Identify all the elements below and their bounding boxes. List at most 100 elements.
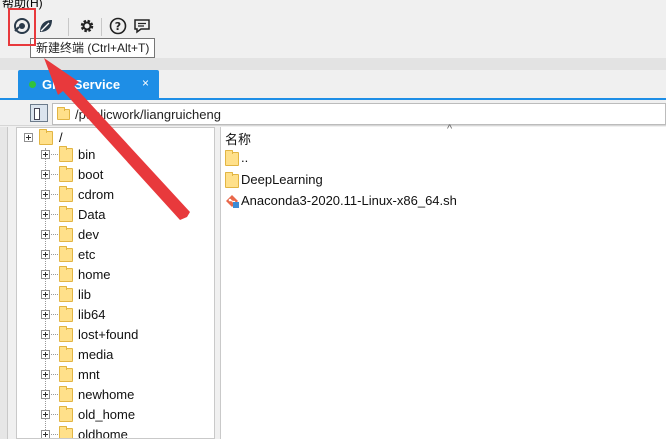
- tree-item[interactable]: lost+found: [17, 325, 214, 345]
- tree-item[interactable]: boot: [17, 165, 214, 185]
- tree-item-label: media: [78, 347, 114, 362]
- tree-item-label: lib64: [78, 307, 106, 322]
- close-icon[interactable]: ×: [142, 76, 149, 90]
- tree-connector: [51, 214, 58, 215]
- folder-icon: [225, 172, 239, 188]
- tree-connector: [51, 234, 58, 235]
- folder-icon: [59, 426, 73, 438]
- folder-icon: [59, 246, 73, 262]
- expand-icon[interactable]: [24, 133, 33, 142]
- file-name: ..: [241, 150, 249, 165]
- expand-icon[interactable]: [41, 250, 50, 259]
- tree-connector: [51, 274, 58, 275]
- file-row[interactable]: Anaconda3-2020.11-Linux-x86_64.sh: [225, 191, 655, 211]
- tree-connector: [51, 174, 58, 175]
- menu-help[interactable]: 帮助(H): [0, 0, 666, 10]
- column-header-label: 名称: [225, 132, 252, 147]
- tree-connector: [51, 194, 58, 195]
- tree-connector: [51, 374, 58, 375]
- file-list: 名称 ^ .. DeepLearning Anaconda3-2020.11-L…: [220, 123, 666, 439]
- file-row[interactable]: DeepLearning: [225, 170, 655, 190]
- tree-item[interactable]: bin: [17, 145, 214, 165]
- toolbar-separator: [101, 18, 102, 36]
- expand-icon[interactable]: [41, 210, 50, 219]
- tab-gpu-service[interactable]: GPU Service ×: [18, 70, 159, 98]
- file-name: DeepLearning: [241, 172, 323, 187]
- tree-item[interactable]: dev: [17, 225, 214, 245]
- expand-icon[interactable]: [41, 430, 50, 438]
- sidebar-toggle-button[interactable]: [30, 104, 48, 122]
- path-text: /publicwork/liangruicheng: [75, 107, 221, 122]
- tree-item[interactable]: old_home: [17, 405, 214, 425]
- tree-item-label: etc: [78, 247, 96, 262]
- path-input[interactable]: /publicwork/liangruicheng: [52, 103, 666, 125]
- expand-icon[interactable]: [41, 410, 50, 419]
- chat-icon: [134, 19, 150, 34]
- session-tabbar: GPU Service ×: [0, 70, 666, 98]
- tab-title: GPU Service: [42, 77, 121, 92]
- tree-item[interactable]: oldhome: [17, 425, 214, 439]
- tree-item-label: newhome: [78, 387, 135, 402]
- tree-item[interactable]: newhome: [17, 385, 214, 405]
- toolbar: ?: [0, 8, 666, 38]
- file-row-parent[interactable]: ..: [225, 148, 655, 168]
- folder-icon: [225, 150, 239, 166]
- toolbar-separator: [68, 18, 69, 36]
- help-button[interactable]: ?: [108, 16, 128, 36]
- folder-icon: [59, 366, 73, 382]
- tree-item[interactable]: mnt: [17, 365, 214, 385]
- column-header-name[interactable]: 名称 ^: [221, 123, 666, 147]
- tree-item[interactable]: home: [17, 265, 214, 285]
- tree-connector: [51, 314, 58, 315]
- tree-item-label: boot: [78, 167, 104, 182]
- expand-icon[interactable]: [41, 190, 50, 199]
- expand-icon[interactable]: [41, 270, 50, 279]
- expand-icon[interactable]: [41, 290, 50, 299]
- tree-connector: [51, 414, 58, 415]
- annotation-highlight-box: [8, 8, 36, 46]
- leaf-button[interactable]: [36, 16, 56, 36]
- gear-icon: [80, 19, 94, 33]
- expand-icon[interactable]: [41, 310, 50, 319]
- tree-item-label: Data: [78, 207, 106, 222]
- left-scrollbar[interactable]: [0, 127, 8, 439]
- tree-item[interactable]: lib64: [17, 305, 214, 325]
- tree-item-label: dev: [78, 227, 99, 242]
- folder-icon: [57, 107, 70, 120]
- expand-icon[interactable]: [41, 390, 50, 399]
- folder-icon: [59, 286, 73, 302]
- settings-button[interactable]: [77, 16, 97, 36]
- tree-connector: [51, 254, 58, 255]
- tree-item[interactable]: cdrom: [17, 185, 214, 205]
- expand-icon[interactable]: [41, 150, 50, 159]
- tree-connector: [51, 394, 58, 395]
- folder-icon: [59, 326, 73, 342]
- expand-icon[interactable]: [41, 230, 50, 239]
- directory-tree: / bin boot cdrom Data dev etc home lib l…: [16, 127, 215, 439]
- leaf-icon: [40, 20, 52, 32]
- tree-item[interactable]: lib: [17, 285, 214, 305]
- expand-icon[interactable]: [41, 330, 50, 339]
- file-name: Anaconda3-2020.11-Linux-x86_64.sh: [241, 193, 457, 208]
- tree-item[interactable]: Data: [17, 205, 214, 225]
- folder-icon: [59, 406, 73, 422]
- folder-icon: [59, 206, 73, 222]
- tree-connector: [51, 334, 58, 335]
- folder-icon: [59, 166, 73, 182]
- folder-icon: [59, 146, 73, 162]
- tree-item-label: oldhome: [78, 427, 128, 439]
- folder-icon: [59, 266, 73, 282]
- folder-icon: [59, 386, 73, 402]
- sort-ascending-icon: ^: [447, 123, 453, 135]
- git-script-icon: [226, 195, 239, 208]
- expand-icon[interactable]: [41, 350, 50, 359]
- svg-text:?: ?: [115, 20, 121, 33]
- tree-item[interactable]: media: [17, 345, 214, 365]
- tree-item[interactable]: etc: [17, 245, 214, 265]
- tree-item-label: lost+found: [78, 327, 139, 342]
- folder-icon: [59, 226, 73, 242]
- chat-button[interactable]: [132, 16, 152, 36]
- expand-icon[interactable]: [41, 370, 50, 379]
- tree-connector: [51, 154, 58, 155]
- expand-icon[interactable]: [41, 170, 50, 179]
